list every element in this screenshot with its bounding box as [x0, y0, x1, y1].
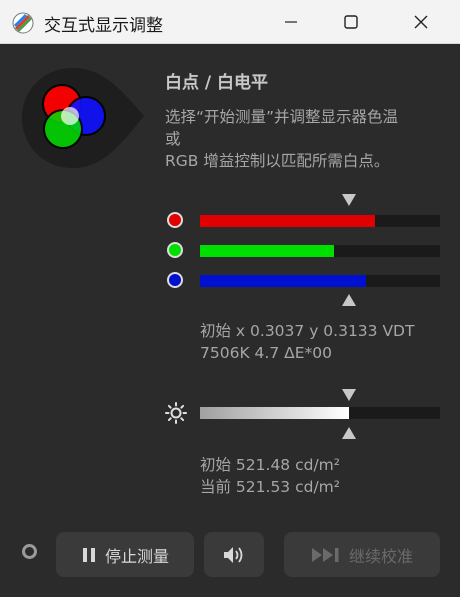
red-gain-bar: [200, 215, 440, 227]
rgb-target-marker-bottom: [341, 294, 356, 306]
app-icon: [12, 12, 34, 34]
blue-gain-bar: [200, 275, 440, 287]
green-gain-fill: [200, 245, 335, 257]
speaker-icon: [224, 546, 243, 563]
brightness-target-marker-top: [341, 389, 356, 401]
desc-line: 选择“开始测量”并调整显示器色温: [165, 108, 399, 126]
brightness-bar: [200, 407, 440, 419]
main-content: 白点 / 白电平 选择“开始测量”并调整显示器色温 或 RGB 增益控制以匹配所…: [0, 44, 460, 597]
close-icon: [414, 15, 428, 29]
stop-measurement-label: 停止测量: [104, 546, 169, 566]
resume-calibration-button[interactable]: 继续校准: [284, 532, 440, 577]
red-gain-fill: [200, 215, 376, 227]
blue-channel-dot: [167, 272, 183, 288]
white-point-line: 7506K 4.7 ΔE*00: [200, 344, 332, 362]
minimize-icon: [285, 21, 297, 23]
desc-line: RGB 增益控制以匹配所需白点。: [165, 152, 390, 170]
brightness-fill: [200, 407, 349, 419]
red-channel-dot: [167, 212, 183, 228]
green-channel-dot: [167, 242, 183, 258]
resume-calibration-label: 继续校准: [348, 546, 413, 566]
maximize-button[interactable]: [328, 0, 374, 44]
brightness-target-marker-bottom: [341, 427, 356, 439]
sound-toggle-button[interactable]: [204, 532, 264, 577]
green-gain-bar: [200, 245, 440, 257]
white-point-info: 初始 x 0.3037 y 0.3133 VDT 7506K 4.7 ΔE*00: [200, 320, 414, 364]
play-skip-icon: [311, 547, 339, 562]
blue-gain-fill: [200, 275, 366, 287]
luminance-initial: 初始 521.48 cd/m²: [200, 456, 340, 474]
white-point-line: 初始 x 0.3037 y 0.3133 VDT: [200, 322, 415, 340]
close-button[interactable]: [398, 0, 444, 44]
pause-icon: [82, 547, 95, 562]
rgb-logo-icon: [22, 68, 144, 168]
luminance-current: 当前 521.53 cd/m²: [200, 478, 340, 496]
stop-measurement-button[interactable]: 停止测量: [56, 532, 194, 577]
status-indicator-icon: [22, 544, 37, 559]
rgb-target-marker-top: [341, 194, 356, 206]
title-bar: 交互式显示调整: [0, 0, 460, 44]
desc-line: 或: [165, 130, 181, 148]
window-title: 交互式显示调整: [44, 16, 163, 36]
maximize-icon: [344, 15, 358, 29]
minimize-button[interactable]: [268, 0, 314, 44]
luminance-info: 初始 521.48 cd/m² 当前 521.53 cd/m²: [200, 454, 340, 498]
panel-heading: 白点 / 白电平: [165, 73, 269, 93]
brightness-icon: [165, 402, 187, 424]
panel-description: 选择“开始测量”并调整显示器色温 或 RGB 增益控制以匹配所需白点。: [165, 106, 450, 172]
